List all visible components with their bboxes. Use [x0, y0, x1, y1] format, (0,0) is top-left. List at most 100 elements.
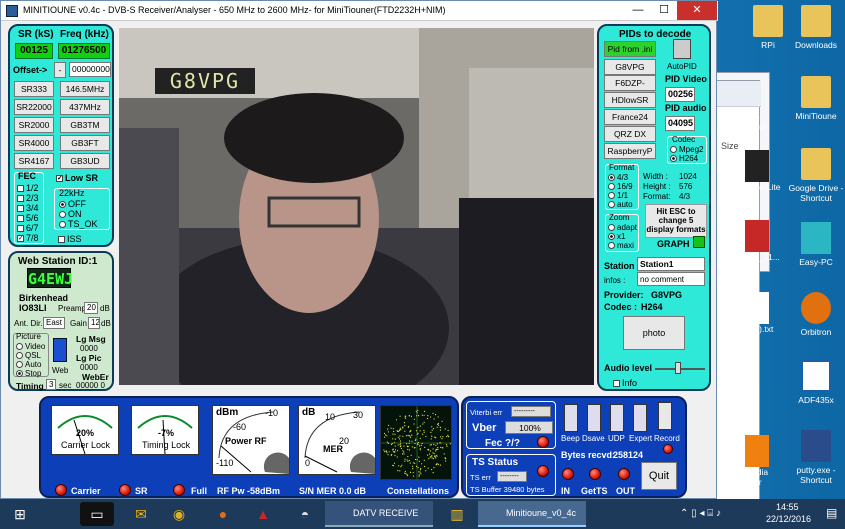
sr-value[interactable]: 00125 — [15, 43, 53, 59]
desktop-icon-adf435x[interactable]: ADF435x — [781, 360, 845, 405]
fec-1-2[interactable]: 1/2 — [17, 183, 39, 193]
constellation-dot — [425, 435, 427, 438]
ant-dir-input[interactable]: East — [43, 317, 65, 329]
picture-auto[interactable]: Auto — [16, 360, 41, 369]
freq-value[interactable]: 01276500 — [58, 43, 110, 59]
beep-switch[interactable] — [564, 404, 578, 432]
sr333-button[interactable]: SR333 — [14, 81, 54, 97]
format-auto[interactable]: auto — [608, 200, 633, 209]
format-16-9[interactable]: 16/9 — [608, 182, 633, 191]
desktop-icon-partial-2[interactable]: eaderLite — [745, 150, 783, 192]
autopid-icon[interactable] — [673, 39, 691, 59]
start-windows-icon[interactable]: ⊞ — [2, 502, 38, 526]
minitioune-taskbar-icon[interactable]: ▥ — [440, 502, 474, 526]
desktop-icon-downloads[interactable]: Downloads — [781, 5, 845, 50]
desktop-icon-partial-3[interactable]: 146_11... — [745, 220, 783, 262]
desktop-icon-google-drive[interactable]: Google Drive - Shortcut — [781, 148, 845, 203]
chrome-icon[interactable]: ◉ — [162, 502, 196, 526]
pid-audio-input[interactable]: 04095 — [665, 116, 695, 131]
zoom-maxi[interactable]: maxi — [608, 241, 634, 250]
video-display[interactable]: G8VPG — [119, 28, 594, 385]
close-button[interactable]: ✕ — [677, 1, 717, 20]
outlook-icon[interactable]: ✉ — [124, 502, 158, 526]
sr2000-button[interactable]: SR2000 — [14, 117, 54, 133]
france24-button[interactable]: France24 — [604, 109, 656, 125]
zoom-x1[interactable]: x1 — [608, 232, 625, 241]
fec-3-4[interactable]: 3/4 — [17, 203, 39, 213]
gain-input[interactable]: 12 — [88, 317, 100, 329]
firefox-icon[interactable]: ● — [206, 502, 240, 526]
gb3ft-button[interactable]: GB3FT — [60, 135, 110, 151]
web-button[interactable] — [53, 338, 67, 362]
raspberryp-button[interactable]: RaspberryP — [604, 143, 656, 159]
record-switch[interactable] — [658, 402, 672, 430]
audio-level-thumb[interactable] — [675, 362, 681, 374]
pdf-icon[interactable]: ▲ — [246, 502, 280, 526]
picture-video[interactable]: Video — [16, 342, 45, 351]
gb3tm-button[interactable]: GB3TM — [60, 117, 110, 133]
iss-checkbox[interactable]: ISS — [58, 234, 82, 244]
constellation-dot — [396, 456, 398, 458]
146-5mhz-button[interactable]: 146.5MHz — [60, 81, 110, 97]
qrz-dx-button[interactable]: QRZ DX — [604, 126, 656, 142]
gb3ud-button[interactable]: GB3UD — [60, 153, 110, 169]
clock-date[interactable]: 22/12/2016 — [766, 514, 811, 524]
desktop-icon-easy-pc[interactable]: Easy-PC — [781, 222, 845, 267]
sr4167-button[interactable]: SR4167 — [14, 153, 54, 169]
format-1-1[interactable]: 1/1 — [608, 191, 628, 200]
taskbar-item-minitioune[interactable]: Minitioune_v0_4c — [478, 501, 586, 527]
preamp-input[interactable]: 20 — [84, 302, 98, 314]
tray-icons[interactable]: ⌃ ▯ ◂ ⌸ ♪ — [680, 508, 721, 519]
fec-5-6[interactable]: 5/6 — [17, 213, 39, 223]
desktop-icon-minitioune[interactable]: MiniTioune — [781, 76, 845, 121]
pid-video-input[interactable]: 00256 — [665, 87, 695, 102]
cmd-icon[interactable]: ▭ — [80, 502, 114, 526]
fec-2-3[interactable]: 2/3 — [17, 193, 39, 203]
437mhz-button[interactable]: 437MHz — [60, 99, 110, 115]
udp-switch[interactable] — [610, 404, 624, 432]
offset-input[interactable]: 00000000 — [69, 62, 111, 77]
quit-button[interactable]: Quit — [641, 462, 677, 490]
fec-7-8[interactable]: ✓ 7/8 — [17, 233, 39, 243]
timing-input[interactable]: 3 — [46, 379, 56, 390]
hdlowsr-button[interactable]: HDlowSR — [604, 92, 656, 108]
explorer-size-header[interactable]: Size — [721, 141, 739, 151]
desktop-icon-putty[interactable]: putty.exe - Shortcut — [781, 430, 845, 485]
maximize-button[interactable]: ☐ — [651, 1, 677, 20]
zoom-adapt[interactable]: adapt — [608, 223, 637, 232]
sr4000-button[interactable]: SR4000 — [14, 135, 54, 151]
g8vpg-pid-button[interactable]: G8VPG — [604, 59, 656, 75]
desktop-icon-orbitron[interactable]: Orbitron — [781, 292, 845, 337]
picture-stop[interactable]: Stop — [16, 369, 41, 378]
notifications-icon[interactable]: ▤ — [826, 506, 837, 520]
info-checkbox[interactable]: Info — [613, 378, 637, 388]
offset-sign-button[interactable]: - — [54, 62, 66, 78]
format-4-3[interactable]: 4/3 — [608, 173, 628, 182]
f6dzp-h264-button[interactable]: F6DZP-H264 — [604, 75, 656, 102]
pid-from-ini-button[interactable]: Pid from .ini — [604, 41, 656, 57]
expert-switch[interactable] — [633, 404, 647, 432]
infos-input[interactable]: no comment — [637, 272, 705, 286]
dsave-switch[interactable] — [587, 404, 601, 432]
title-bar[interactable]: MINITIOUNE v0.4c - DVB-S Receiver/Analys… — [1, 1, 718, 21]
codec-h264[interactable]: H264 — [670, 154, 698, 163]
khz-ts-ok[interactable]: TS_OK — [59, 219, 98, 229]
khz-off[interactable]: OFF — [59, 199, 86, 209]
desktop-icon-partial-5[interactable]: media ayer — [745, 435, 783, 487]
minitioune-window[interactable]: MINITIOUNE v0.4c - DVB-S Receiver/Analys… — [0, 0, 718, 499]
taskbar-item-datv[interactable]: DATV RECEIVE — [325, 501, 433, 527]
clock-time[interactable]: 14:55 — [776, 502, 799, 512]
graph-toggle[interactable] — [693, 236, 705, 248]
desktop-icon-partial-4[interactable]: s (2).txt — [745, 292, 783, 334]
desktop-icon-partial-1[interactable]: 30 - ortcut — [745, 112, 783, 132]
picture-qsl[interactable]: QSL — [16, 351, 41, 360]
fec-6-7[interactable]: 6/7 — [17, 223, 39, 233]
station-input[interactable]: Station1 — [637, 257, 705, 271]
vlc-icon[interactable]: ◓ — [288, 502, 322, 526]
photo-button[interactable]: photo — [623, 316, 685, 350]
sr22000-button[interactable]: SR22000 — [14, 99, 54, 115]
khz-on[interactable]: ON — [59, 209, 82, 219]
low-sr-checkbox[interactable]: ✓ Low SR — [56, 173, 98, 183]
codec-mpeg2[interactable]: Mpeg2 — [670, 145, 703, 154]
minimize-button[interactable]: — — [625, 1, 651, 20]
